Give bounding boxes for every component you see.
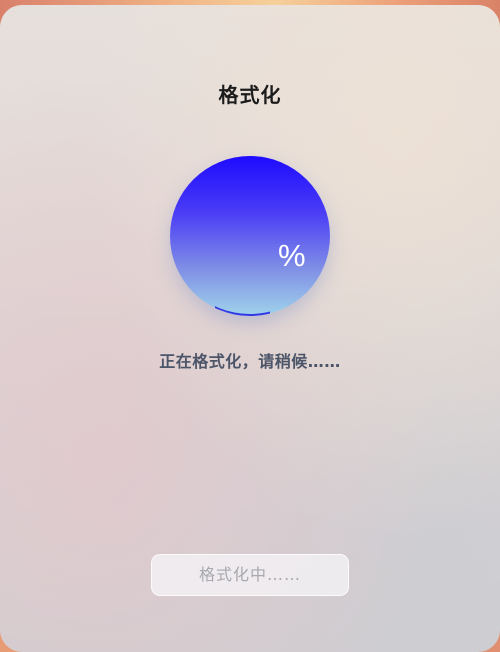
- dialog-title: 格式化: [218, 83, 282, 107]
- status-text: 正在格式化，请稍候……: [159, 352, 341, 371]
- progress-circle: %: [170, 156, 330, 316]
- format-dialog: 格式化 % 正在格式化，请稍候…… 格式化中……: [0, 5, 500, 652]
- formatting-button[interactable]: 格式化中……: [151, 554, 349, 596]
- progress-circle-fill: [170, 156, 330, 316]
- progress-percent-label: %: [278, 238, 306, 273]
